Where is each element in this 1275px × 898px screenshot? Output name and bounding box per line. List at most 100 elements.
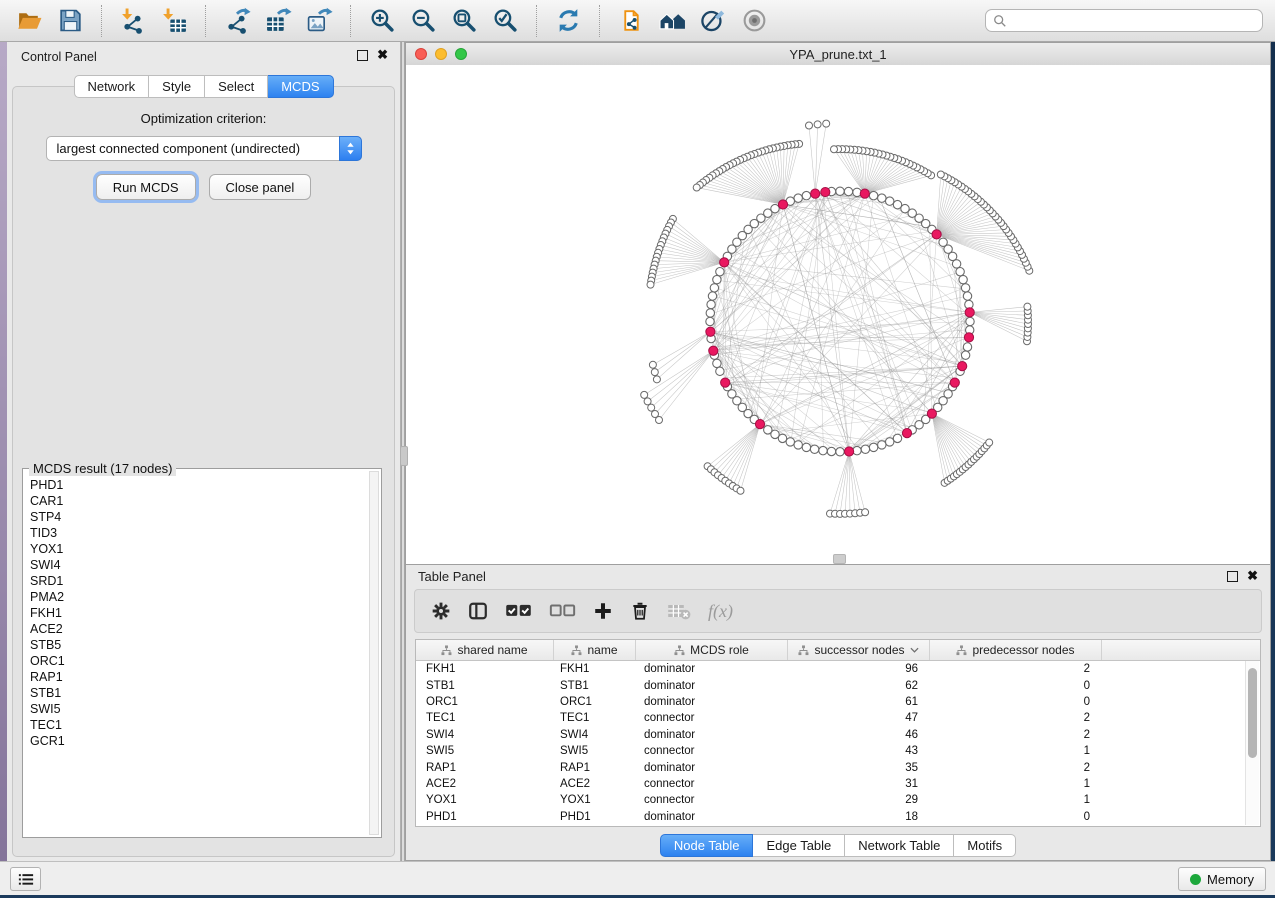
table-row[interactable]: SWI4SWI4dominator462 — [416, 727, 1260, 743]
zoom-out-icon[interactable] — [406, 4, 440, 38]
tab-node-table[interactable]: Node Table — [660, 834, 754, 857]
hide-graphics-icon[interactable] — [696, 4, 730, 38]
vertical-splitter-grip[interactable] — [400, 446, 408, 466]
cell-MCDS-role: connector — [636, 794, 788, 806]
column-header-predecessor-nodes[interactable]: predecessor nodes — [930, 640, 1102, 660]
mcds-result-item[interactable]: SRD1 — [30, 573, 366, 589]
mcds-result-item[interactable]: TEC1 — [30, 717, 366, 733]
close-panel-icon[interactable]: ✖ — [377, 49, 388, 61]
table-row[interactable]: SWI5SWI5connector431 — [416, 743, 1260, 759]
mcds-result-scrollbar[interactable] — [369, 471, 379, 835]
cell-successor-nodes: 35 — [788, 762, 930, 774]
mcds-result-item[interactable]: STP4 — [30, 509, 366, 525]
cell-shared-name: RAP1 — [416, 762, 554, 774]
import-network-icon[interactable] — [116, 4, 150, 38]
export-network-icon[interactable] — [220, 4, 254, 38]
toolbar-separator — [205, 5, 206, 37]
mcds-result-item[interactable]: GCR1 — [30, 733, 366, 749]
cell-name: ACE2 — [554, 778, 636, 790]
cell-successor-nodes: 96 — [788, 663, 930, 675]
table-row[interactable]: ORC1ORC1dominator610 — [416, 694, 1260, 710]
zoom-in-icon[interactable] — [365, 4, 399, 38]
tab-network[interactable]: Network — [73, 75, 149, 98]
neighbors-icon[interactable] — [655, 4, 689, 38]
tab-style[interactable]: Style — [149, 75, 205, 98]
mcds-result-item[interactable]: RAP1 — [30, 669, 366, 685]
show-columns-icon[interactable] — [468, 601, 488, 621]
search-input[interactable] — [1012, 12, 1255, 29]
cell-predecessor-nodes: 2 — [930, 663, 1102, 675]
mcds-result-item[interactable]: SWI5 — [30, 701, 366, 717]
show-panel-list-button[interactable] — [10, 867, 41, 891]
search-icon — [993, 14, 1007, 28]
settings-gear-icon[interactable] — [431, 601, 451, 621]
close-panel-button[interactable]: Close panel — [209, 174, 312, 200]
mcds-result-item[interactable]: SWI4 — [30, 557, 366, 573]
table-scrollbar[interactable] — [1245, 661, 1259, 825]
refresh-icon[interactable] — [551, 4, 585, 38]
export-document-icon[interactable] — [614, 4, 648, 38]
deselect-all-icon[interactable] — [549, 601, 576, 621]
export-table-icon[interactable] — [261, 4, 295, 38]
search-box[interactable] — [985, 9, 1263, 32]
table-body: FKH1FKH1dominator962STB1STB1dominator620… — [416, 661, 1260, 825]
mcds-result-item[interactable]: TID3 — [30, 525, 366, 541]
mcds-result-item[interactable]: PMA2 — [30, 589, 366, 605]
tab-edge-table[interactable]: Edge Table — [753, 834, 845, 857]
add-column-icon[interactable] — [593, 601, 613, 621]
mcds-result-item[interactable]: PHD1 — [30, 477, 366, 493]
table-toolbar: f(x) — [414, 589, 1262, 633]
table-row[interactable]: TEC1TEC1connector472 — [416, 710, 1260, 726]
criterion-dropdown[interactable]: largest connected component (undirected) — [46, 136, 362, 161]
mcds-result-item[interactable]: YOX1 — [30, 541, 366, 557]
tab-motifs[interactable]: Motifs — [954, 834, 1016, 857]
delete-column-icon[interactable] — [630, 601, 650, 621]
mcds-result-item[interactable]: CAR1 — [30, 493, 366, 509]
minimize-window-icon[interactable] — [435, 48, 447, 60]
cell-name: RAP1 — [554, 762, 636, 774]
horizontal-splitter-grip[interactable] — [833, 554, 846, 564]
import-table-icon[interactable] — [157, 4, 191, 38]
cell-shared-name: ORC1 — [416, 696, 554, 708]
mcds-result-item[interactable]: ACE2 — [30, 621, 366, 637]
select-all-icon[interactable] — [505, 601, 532, 621]
mcds-result-box: MCDS result (17 nodes) PHD1CAR1STP4TID3Y… — [22, 468, 382, 838]
show-graphics-icon[interactable] — [737, 4, 771, 38]
column-header-shared-name[interactable]: shared name — [416, 640, 554, 660]
export-image-icon[interactable] — [302, 4, 336, 38]
table-row[interactable]: YOX1YOX1connector291 — [416, 792, 1260, 808]
table-row[interactable]: FKH1FKH1dominator962 — [416, 661, 1260, 677]
float-table-panel-icon[interactable] — [1227, 571, 1238, 582]
tab-select[interactable]: Select — [205, 75, 268, 98]
mcds-result-item[interactable]: STB1 — [30, 685, 366, 701]
zoom-selected-icon[interactable] — [488, 4, 522, 38]
save-session-icon[interactable] — [53, 4, 87, 38]
maximize-window-icon[interactable] — [455, 48, 467, 60]
float-panel-icon[interactable] — [357, 50, 368, 61]
network-view[interactable] — [406, 65, 1270, 564]
tab-mcds[interactable]: MCDS — [268, 75, 333, 98]
column-header-name[interactable]: name — [554, 640, 636, 660]
column-header-MCDS-role[interactable]: MCDS role — [636, 640, 788, 660]
mcds-result-item[interactable]: ORC1 — [30, 653, 366, 669]
network-canvas[interactable] — [406, 65, 1270, 564]
column-header-successor-nodes[interactable]: successor nodes — [788, 640, 930, 660]
table-row[interactable]: RAP1RAP1dominator352 — [416, 759, 1260, 775]
toolbar-separator — [350, 5, 351, 37]
cell-successor-nodes: 31 — [788, 778, 930, 790]
mcds-result-item[interactable]: FKH1 — [30, 605, 366, 621]
run-mcds-button[interactable]: Run MCDS — [96, 174, 196, 200]
toolbar-separator — [599, 5, 600, 37]
close-table-panel-icon[interactable]: ✖ — [1247, 570, 1258, 582]
mcds-result-item[interactable]: STB5 — [30, 637, 366, 653]
table-row[interactable]: STB1STB1dominator620 — [416, 677, 1260, 693]
tab-network-table[interactable]: Network Table — [845, 834, 954, 857]
cell-predecessor-nodes: 2 — [930, 762, 1102, 774]
close-window-icon[interactable] — [415, 48, 427, 60]
open-session-icon[interactable] — [12, 4, 46, 38]
table-row[interactable]: PHD1PHD1dominator180 — [416, 809, 1260, 825]
zoom-fit-icon[interactable] — [447, 4, 481, 38]
table-row[interactable]: ACE2ACE2connector311 — [416, 776, 1260, 792]
memory-button[interactable]: Memory — [1178, 867, 1266, 891]
table-scrollbar-thumb[interactable] — [1248, 668, 1257, 758]
